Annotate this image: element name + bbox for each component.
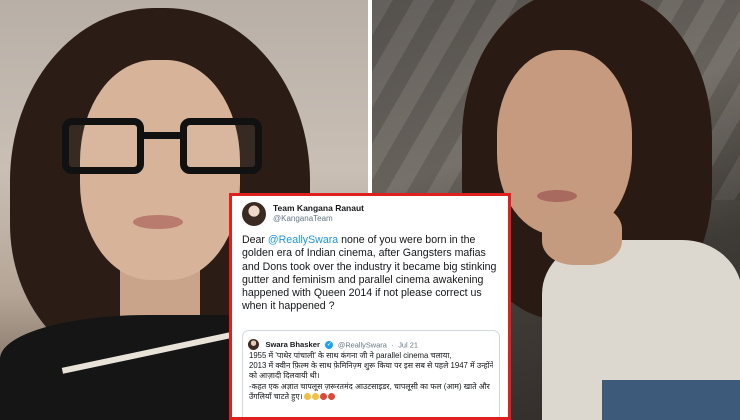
red-emoji-icon (327, 393, 335, 401)
red-emoji-icon (319, 393, 327, 401)
quoted-author-name: Swara Bhasker (265, 340, 320, 350)
quoted-line: 2013 में क्वीन फ़िल्म के साथ फ़ेमिनिज़्म… (249, 361, 493, 371)
quoted-author-handle: @ReallySwara (337, 340, 387, 350)
tweet-text-prefix: Dear (242, 234, 268, 246)
quoted-author-avatar (248, 339, 259, 351)
author-handle[interactable]: @KanganaTeam (273, 214, 333, 223)
quoted-date: Jul 21 (398, 340, 418, 350)
tweet-text: Dear @ReallySwara none of you were born … (242, 234, 504, 314)
folded-hands-emoji-icon (311, 393, 319, 401)
left-person-lips (133, 215, 183, 229)
glasses-icon (62, 118, 262, 178)
folded-hands-emoji-icon (303, 393, 311, 401)
quoted-line-last: उँगलियाँ चाटते हुए। (249, 392, 493, 402)
right-person-hand (542, 205, 622, 265)
right-person-jeans (602, 380, 740, 420)
quoted-tweet-header: Swara Bhasker ✓ @ReallySwara · Jul 21 (248, 336, 418, 351)
quoted-line: को आज़ादी दिलवायी थी। (249, 371, 320, 381)
quoted-tweet-text: 1955 में 'पाथेर पांचाली' के साथ कंगना जी… (249, 351, 493, 402)
right-person-lips (537, 190, 577, 202)
quoted-line: -कहत एक अज्ञात चापलूस ज़रूरतमंद आउटसाइडर… (249, 381, 490, 391)
quoted-tweet[interactable]: Swara Bhasker ✓ @ReallySwara · Jul 21 19… (242, 330, 500, 417)
author-name[interactable]: Team Kangana Ranaut (273, 203, 364, 213)
quoted-line: 1955 में 'पाथेर पांचाली' के साथ कंगना जी… (249, 351, 452, 360)
author-avatar[interactable] (242, 202, 266, 226)
verified-badge-icon: ✓ (325, 340, 334, 349)
quoted-separator: · (391, 340, 394, 350)
quoted-line-text: उँगलियाँ चाटते हुए। (249, 391, 303, 401)
mention-link[interactable]: @ReallySwara (268, 234, 338, 246)
tweet-card: Team Kangana Ranaut @KanganaTeam Dear @R… (229, 193, 511, 420)
